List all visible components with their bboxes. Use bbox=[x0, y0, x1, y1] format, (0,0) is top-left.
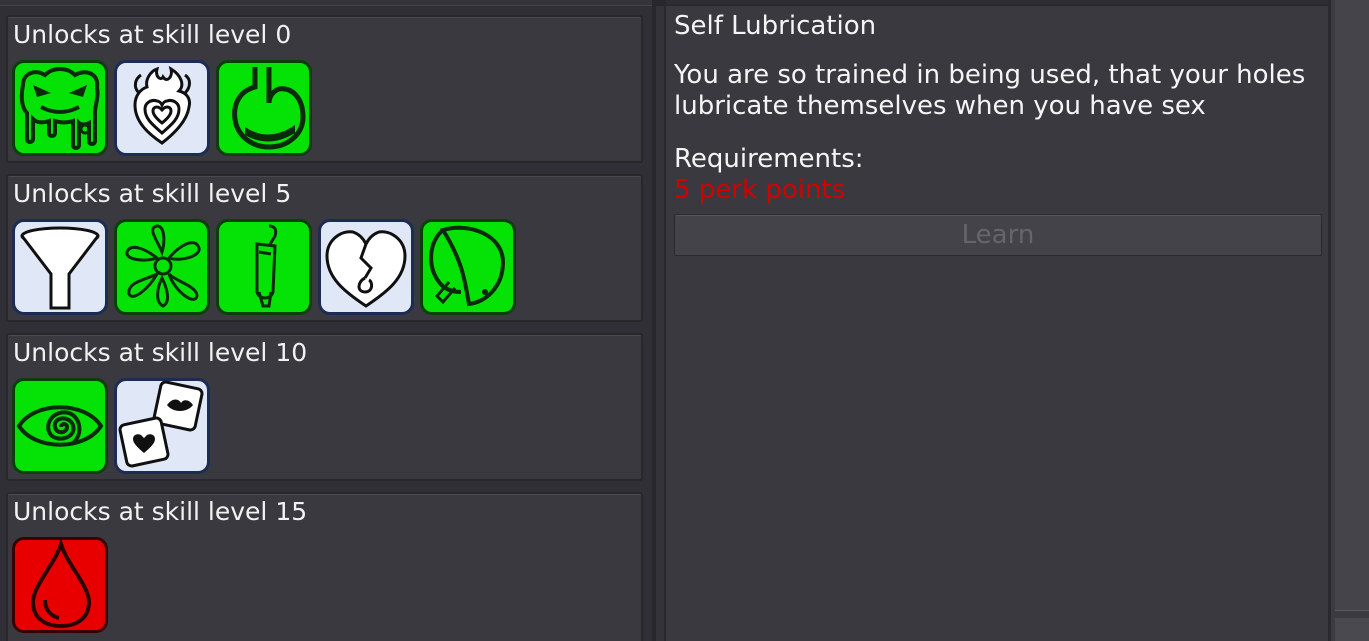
perk-description: You are so trained in being used, that y… bbox=[674, 60, 1306, 121]
perk-list: Unlocks at skill level 0 Unlocks at skil… bbox=[0, 0, 656, 641]
skill-level-group-0: Unlocks at skill level 0 bbox=[6, 15, 643, 163]
stomach-icon[interactable] bbox=[216, 60, 312, 156]
perk-screen: Unlocks at skill level 0 Unlocks at skil… bbox=[0, 0, 1369, 641]
dice-lips-heart-icon[interactable] bbox=[114, 378, 210, 474]
skill-level-group-5: Unlocks at skill level 5 bbox=[6, 174, 643, 322]
requirement-perk-points: 5 perk points bbox=[674, 175, 846, 205]
requirements-label: Requirements: bbox=[674, 144, 864, 174]
divider-inner bbox=[656, 6, 664, 641]
skill-level-group-10: Unlocks at skill level 10 bbox=[6, 333, 643, 481]
splash-icon[interactable] bbox=[114, 219, 210, 315]
list-top-edge bbox=[0, 0, 656, 6]
flaming-heart-icon[interactable] bbox=[114, 60, 210, 156]
perk-detail-panel: Self Lubrication You are so trained in b… bbox=[664, 4, 1328, 641]
tube-icon[interactable] bbox=[216, 219, 312, 315]
scrollbar-down-area[interactable] bbox=[1335, 618, 1369, 641]
learn-button[interactable]: Learn bbox=[674, 214, 1322, 256]
group-title: Unlocks at skill level 15 bbox=[13, 497, 308, 526]
fortune-cookie-icon[interactable] bbox=[420, 219, 516, 315]
scrollbar-thumb[interactable] bbox=[1335, 0, 1369, 611]
drop-icon[interactable] bbox=[12, 537, 108, 633]
group-title: Unlocks at skill level 0 bbox=[13, 20, 292, 49]
hypno-eye-icon[interactable] bbox=[12, 378, 108, 474]
funnel-icon[interactable] bbox=[12, 219, 108, 315]
skill-level-group-15: Unlocks at skill level 15 bbox=[6, 492, 643, 641]
perk-title: Self Lubrication bbox=[674, 11, 877, 41]
group-title: Unlocks at skill level 10 bbox=[13, 338, 308, 367]
scrollbar[interactable] bbox=[1328, 0, 1369, 641]
slime-face-icon[interactable] bbox=[12, 60, 108, 156]
group-title: Unlocks at skill level 5 bbox=[13, 179, 292, 208]
heart-hook-icon[interactable] bbox=[318, 219, 414, 315]
